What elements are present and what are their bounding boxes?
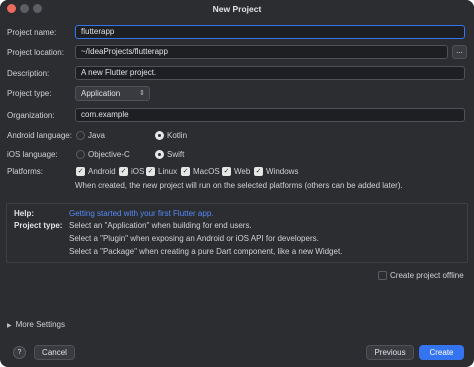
description-field[interactable]: A new Flutter project.	[75, 66, 465, 80]
ios-checkbox-label: iOS	[131, 167, 145, 176]
help-label: Help:	[14, 209, 34, 218]
help-button[interactable]: ?	[13, 346, 26, 359]
title-bar: New Project	[0, 0, 474, 18]
web-checkbox-label: Web	[234, 167, 251, 176]
minimize-window-button[interactable]	[20, 4, 29, 13]
windows-checkbox[interactable]: ✓	[254, 167, 263, 176]
kotlin-radio-label: Kotlin	[167, 131, 188, 140]
help-panel: Help: Getting started with your first Fl…	[6, 203, 468, 263]
help-line-package: Select a "Package" when creating a pure …	[69, 247, 343, 256]
help-line-plugin: Select a "Plugin" when exposing an Andro…	[69, 234, 319, 243]
browse-location-button[interactable]: ...	[452, 45, 467, 59]
window-title: New Project	[212, 4, 262, 14]
objective-c-radio-label: Objective-C	[88, 150, 130, 159]
more-settings-label: More Settings	[15, 320, 65, 329]
getting-started-link[interactable]: Getting started with your first Flutter …	[69, 209, 214, 218]
organization-label: Organization:	[7, 111, 55, 120]
ios-checkbox[interactable]: ✓	[119, 167, 128, 176]
java-radio[interactable]	[76, 131, 85, 140]
project-type-label: Project type:	[7, 89, 52, 98]
java-radio-label: Java	[88, 131, 105, 140]
linux-checkbox-label: Linux	[158, 167, 178, 176]
project-name-field[interactable]: flutterapp	[75, 25, 465, 39]
project-type-value: Application	[81, 89, 121, 98]
project-name-label: Project name:	[7, 28, 57, 37]
objective-c-radio[interactable]	[76, 150, 85, 159]
new-project-dialog: New Project Project name: flutterapp Pro…	[0, 0, 474, 367]
create-offline-label: Create project offline	[390, 271, 464, 280]
platforms-label: Platforms:	[7, 167, 44, 176]
cancel-button[interactable]: Cancel	[34, 345, 75, 360]
chevron-updown-icon: ⇕	[139, 90, 145, 97]
maximize-window-button[interactable]	[33, 4, 42, 13]
android-language-label: Android language:	[7, 131, 72, 140]
macos-checkbox[interactable]: ✓	[181, 167, 190, 176]
project-location-label: Project location:	[7, 48, 64, 57]
more-settings-toggle[interactable]: ▶ More Settings	[7, 320, 65, 329]
swift-radio-label: Swift	[167, 150, 185, 159]
swift-radio[interactable]	[155, 150, 164, 159]
create-offline-checkbox[interactable]	[378, 271, 387, 280]
windows-checkbox-label: Windows	[266, 167, 299, 176]
project-location-field[interactable]: ~/IdeaProjects/flutterapp	[75, 45, 448, 59]
organization-field[interactable]: com.example	[75, 108, 465, 122]
platforms-note: When created, the new project will run o…	[75, 181, 403, 190]
project-type-help-label: Project type:	[14, 221, 63, 230]
linux-checkbox[interactable]: ✓	[146, 167, 155, 176]
ios-language-label: iOS language:	[7, 150, 58, 159]
kotlin-radio[interactable]	[155, 131, 164, 140]
android-checkbox-label: Android	[88, 167, 116, 176]
web-checkbox[interactable]: ✓	[222, 167, 231, 176]
previous-button[interactable]: Previous	[366, 345, 414, 360]
help-line-application: Select an "Application" when building fo…	[69, 221, 252, 230]
android-checkbox[interactable]: ✓	[76, 167, 85, 176]
triangle-right-icon: ▶	[7, 323, 12, 329]
create-button[interactable]: Create	[419, 345, 464, 360]
macos-checkbox-label: MacOS	[193, 167, 220, 176]
project-type-select[interactable]: Application ⇕	[75, 86, 150, 101]
close-window-button[interactable]	[7, 4, 16, 13]
description-label: Description:	[7, 69, 50, 78]
